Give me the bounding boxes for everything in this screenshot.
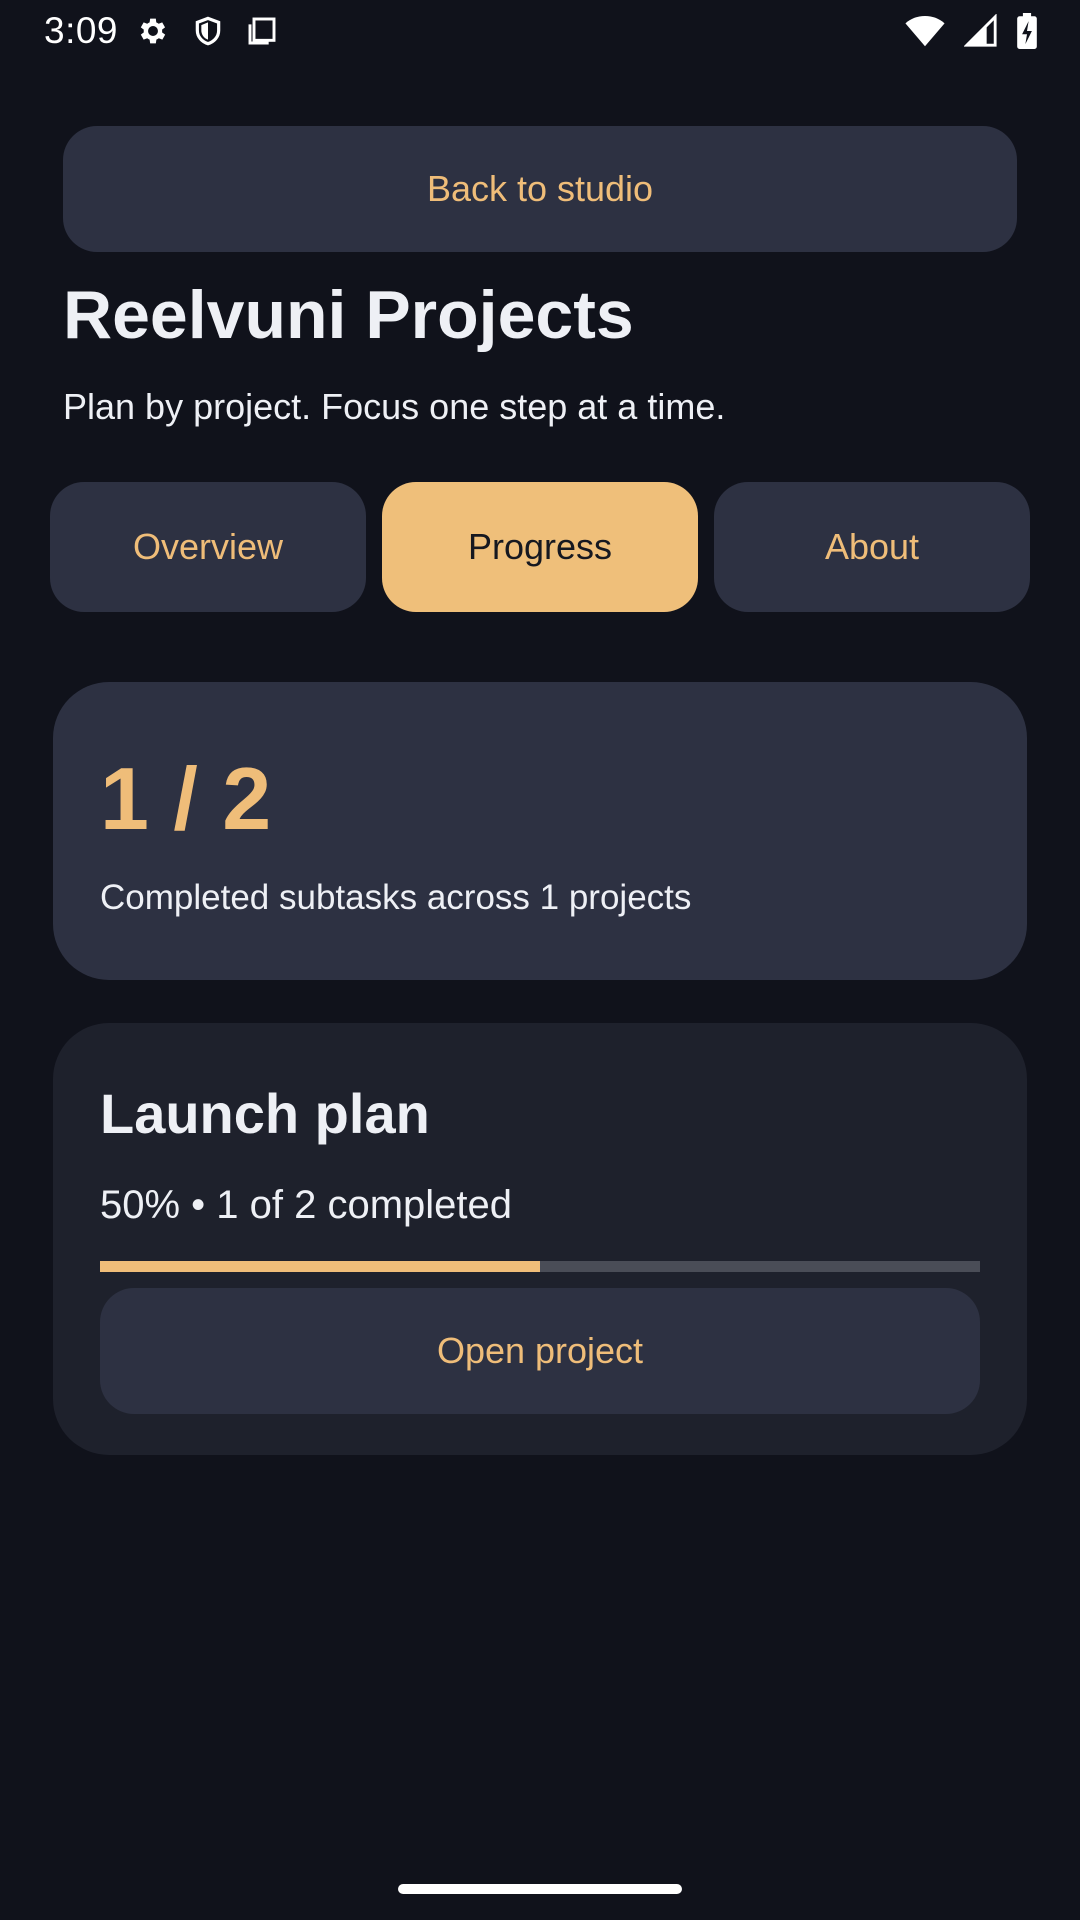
project-name: Launch plan [100,1082,430,1145]
shield-icon [192,14,224,48]
status-right [886,13,1038,49]
open-project-button[interactable]: Open project [100,1288,980,1414]
tab-progress[interactable]: Progress [382,482,698,612]
summary-count: 1 / 2 [100,749,272,848]
status-time: 3:09 [44,10,119,51]
back-to-studio-button[interactable]: Back to studio [63,126,1017,252]
status-left: 3:09 [44,10,300,52]
tab-bar: Overview Progress About [50,482,1030,612]
screen: 3:09 Back to studio Reelvuni Projects Pl… [0,0,1080,1920]
signal-icon [964,14,998,48]
home-indicator[interactable] [398,1884,682,1894]
page-subtitle: Plan by project. Focus one step at a tim… [63,386,726,427]
copy-icon [246,15,278,47]
page-title: Reelvuni Projects [63,277,634,353]
gear-icon [136,14,170,48]
status-bar: 3:09 [0,0,1080,62]
progress-fill [100,1261,540,1272]
tab-overview[interactable]: Overview [50,482,366,612]
summary-card: 1 / 2 Completed subtasks across 1 projec… [53,682,1027,980]
project-card: Launch plan 50% • 1 of 2 completed Open … [53,1023,1027,1455]
summary-caption: Completed subtasks across 1 projects [100,878,692,917]
tab-about[interactable]: About [714,482,1030,612]
wifi-icon [904,14,946,48]
project-status: 50% • 1 of 2 completed [100,1183,513,1227]
progress-track [100,1261,980,1272]
battery-charging-icon [1016,13,1038,49]
